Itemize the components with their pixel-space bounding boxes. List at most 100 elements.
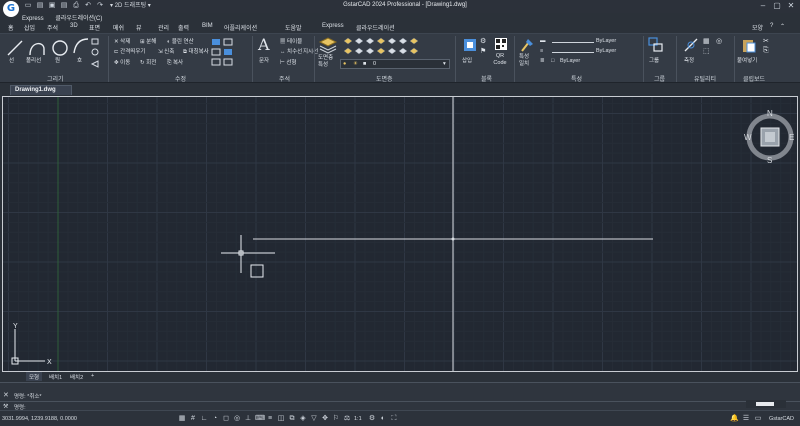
wrench-icon[interactable]: ⚒	[3, 403, 8, 410]
tab-help[interactable]: 도움말	[285, 23, 302, 32]
tab-manage[interactable]: 관리	[158, 23, 169, 32]
osnap-icon[interactable]: ◻	[222, 414, 230, 423]
tab-output[interactable]: 출력	[178, 23, 189, 32]
stretch-button[interactable]: ⇲ 신축	[158, 47, 174, 55]
workspace-switch-icon[interactable]: ⚙	[368, 414, 376, 423]
select-all-icon[interactable]: ⬚	[703, 47, 710, 55]
layer-properties-icon[interactable]	[318, 36, 338, 54]
tab-surface[interactable]: 표면	[89, 23, 100, 32]
block-edit-icon[interactable]: ⚙	[480, 37, 486, 45]
dynamic-ucs-icon[interactable]: ⊥	[244, 414, 252, 423]
qr-code-icon[interactable]	[494, 37, 508, 51]
maximize-icon[interactable]: ▢	[772, 1, 782, 11]
new-file-icon[interactable]: ▭	[24, 2, 32, 10]
rotate-button[interactable]: ↻ 회전	[140, 58, 156, 66]
erase-button[interactable]: ✕ 삭제	[114, 37, 130, 45]
grid-icon[interactable]: #	[189, 414, 197, 423]
layer-tools-icons[interactable]	[342, 36, 422, 56]
tab-bim[interactable]: BIM	[202, 23, 213, 29]
panel-title-clipboard[interactable]: 클립보드	[743, 74, 765, 83]
annotation-visibility-icon[interactable]: ⚐	[332, 414, 340, 423]
insert-button[interactable]: 삽입	[462, 56, 472, 64]
line-button[interactable]: 선	[9, 56, 14, 64]
tab-mesh[interactable]: 메쉬	[113, 23, 124, 32]
tab-home[interactable]: 홈	[8, 23, 14, 32]
selection-filter-icon[interactable]: ▽	[310, 414, 318, 423]
collapse-icon[interactable]: ⌃	[780, 23, 785, 30]
match-properties-button[interactable]: 특성 일치	[519, 54, 535, 68]
text-button[interactable]: 문자	[259, 56, 269, 64]
gizmo-icon[interactable]: ✥	[321, 414, 329, 423]
customize-icon[interactable]: ☰	[742, 414, 750, 423]
move-button[interactable]: ✥ 이동	[114, 58, 130, 66]
fullscreen-icon[interactable]: ⛶	[390, 414, 398, 423]
qr-code-button[interactable]: QR Code	[492, 53, 508, 67]
workspace-select[interactable]: ▾ 2D 드래프팅 ▾	[110, 1, 190, 11]
copy-clip-icon[interactable]: ⎘	[763, 47, 769, 55]
linetype-dropdown[interactable]: ≡ ByLayer	[540, 48, 640, 56]
table-button[interactable]: ▦ 테이블	[280, 37, 302, 45]
tab-apps[interactable]: 어플리케이션	[224, 23, 257, 32]
close-command-icon[interactable]: ✕	[3, 391, 9, 399]
snap-grid-icon[interactable]: ▦	[178, 414, 186, 423]
undo-icon[interactable]: ↶	[84, 2, 92, 10]
panel-title-block[interactable]: 블록	[481, 74, 492, 83]
arc-icon[interactable]	[72, 37, 90, 55]
print-icon[interactable]: ⎙	[72, 2, 80, 10]
tab-layout1[interactable]: 배치1	[46, 372, 65, 381]
boolean-button[interactable]: ◐ 블린 연산	[167, 37, 194, 45]
redo-icon[interactable]: ↷	[96, 2, 104, 10]
group-button[interactable]: 그룹	[649, 56, 659, 64]
save-as-icon[interactable]: ▤	[60, 2, 68, 10]
tab-express[interactable]: Express	[322, 23, 344, 29]
lineweight-toggle-icon[interactable]: ≡	[266, 414, 274, 423]
paste-icon[interactable]	[741, 37, 757, 53]
panel-title-group[interactable]: 그룹	[654, 74, 665, 83]
calculator-icon[interactable]: ▦	[703, 37, 710, 45]
copy-button[interactable]: ⎘ 복사	[167, 58, 183, 67]
3d-osnap-icon[interactable]: ◈	[299, 414, 307, 423]
panel-title-modify[interactable]: 수정	[175, 74, 186, 83]
viewcube[interactable]: N S E W	[744, 109, 794, 165]
otrack-icon[interactable]: ◎	[233, 414, 241, 423]
draw-small-icons[interactable]	[90, 37, 108, 71]
tab-cloud[interactable]: 클라우드레이션	[356, 23, 395, 32]
explode-button[interactable]: ⊞ 분해	[140, 37, 156, 45]
current-layer-dropdown[interactable]: ● ☀ ■ 0 ▾	[340, 59, 450, 69]
ortho-icon[interactable]: ∟	[200, 414, 208, 423]
id-point-icon[interactable]: ◎	[716, 37, 722, 45]
help-icon[interactable]: ?	[770, 23, 773, 29]
polar-icon[interactable]: ◔	[211, 414, 219, 423]
panel-title-draw[interactable]: 그리기	[47, 74, 64, 83]
linear-button[interactable]: ⊢ 선형	[280, 58, 296, 66]
command-input-row[interactable]: ⚒ 명령:	[0, 401, 800, 411]
clean-screen-icon[interactable]: ▭	[754, 414, 762, 423]
app-logo[interactable]: G	[3, 1, 19, 17]
tab-3d[interactable]: 3D	[70, 23, 78, 29]
tab-insert[interactable]: 삽입	[24, 23, 35, 32]
circle-button[interactable]: 원	[55, 56, 60, 64]
offset-button[interactable]: ⊏ 간격띄우기	[114, 47, 145, 55]
annotation-scale-icon[interactable]: ⚖	[343, 414, 351, 423]
lineweight-dropdown[interactable]: ≣ □ ByLayer	[540, 58, 640, 66]
save-icon[interactable]: ▣	[48, 2, 56, 10]
transparency-icon[interactable]: ◫	[277, 414, 285, 423]
model-space-canvas[interactable]: Y X N S E W	[3, 97, 797, 371]
close-icon[interactable]: ✕	[786, 1, 796, 11]
add-layout-button[interactable]: +	[88, 372, 97, 381]
drawing-area[interactable]: Y X N S E W	[2, 96, 798, 372]
block-attribute-icon[interactable]: ⚑	[480, 47, 486, 55]
mirror-button[interactable]: ⧉ 대칭복사	[183, 47, 209, 56]
polyline-button[interactable]: 폴리선	[26, 56, 41, 64]
layer-properties-button[interactable]: 도면층 특성	[318, 55, 338, 69]
measure-icon[interactable]	[683, 37, 699, 53]
insert-block-icon[interactable]	[462, 37, 478, 53]
minimize-icon[interactable]: –	[758, 1, 768, 11]
document-tab[interactable]: Drawing1.dwg	[10, 85, 72, 95]
dimension-button[interactable]: ↔ 치수선	[280, 47, 302, 55]
dynamic-input-icon[interactable]: ⌨	[255, 414, 265, 423]
tab-view[interactable]: 뷰	[136, 23, 142, 32]
panel-title-properties[interactable]: 특성	[571, 74, 582, 83]
leader-button[interactable]: 지시선	[303, 47, 318, 55]
ribbon-style-label[interactable]: 모양	[752, 23, 763, 32]
